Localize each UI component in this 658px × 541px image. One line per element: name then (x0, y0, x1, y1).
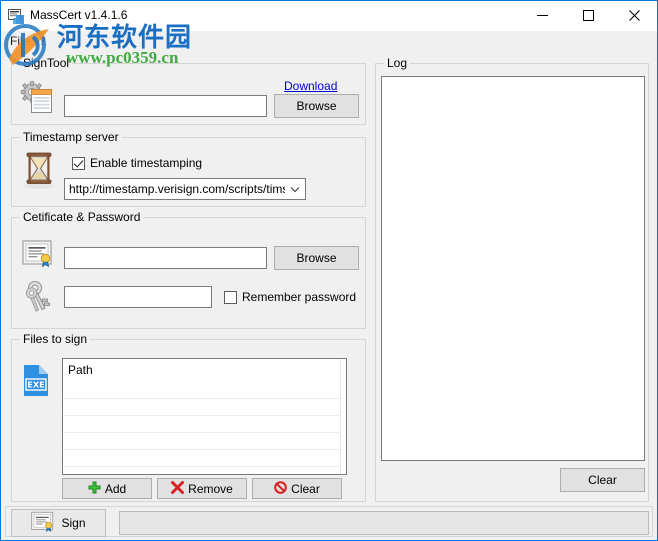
remove-files-label: Remove (188, 481, 233, 496)
signtool-group-title: SignTool (20, 56, 73, 70)
exe-file-icon: EXE (22, 364, 52, 401)
plus-icon (88, 481, 101, 497)
log-group: Log Clear (375, 56, 649, 502)
password-input[interactable] (64, 286, 212, 308)
list-item[interactable] (63, 399, 346, 416)
signtool-group: SignTool Download Browse (11, 56, 366, 125)
add-files-label: Add (104, 481, 127, 496)
menu-item-file[interactable]: File (6, 34, 33, 48)
svg-text:EXE: EXE (27, 380, 45, 390)
timestamp-server-value: http://timestamp.verisign.com/scripts/ti… (69, 182, 285, 196)
list-item[interactable] (63, 433, 346, 450)
remove-files-button[interactable]: Remove (157, 478, 247, 499)
keys-icon (24, 280, 54, 315)
hourglass-icon (22, 150, 56, 193)
certificate-browse-button[interactable]: Browse (274, 246, 359, 270)
close-button[interactable] (611, 1, 657, 30)
clear-log-button[interactable]: Clear (560, 468, 645, 492)
signtool-path-input[interactable] (64, 95, 267, 117)
files-group: Files to sign EXE Path Add Remove Clear (11, 332, 366, 502)
window-title: MassCert v1.4.1.6 (30, 8, 128, 22)
progress-bar (119, 511, 649, 535)
files-column-header-path[interactable]: Path (63, 359, 346, 382)
gear-document-icon (19, 80, 55, 117)
certificate-group: Cetificate & Password Browse Remember pa… (11, 210, 366, 329)
prohibition-icon (274, 480, 287, 497)
list-item[interactable] (63, 450, 346, 467)
maximize-button[interactable] (565, 1, 611, 30)
sign-button-label: Sign (61, 516, 86, 530)
files-listview[interactable]: Path (62, 358, 347, 475)
log-group-title: Log (384, 56, 411, 70)
enable-timestamping-checkbox[interactable] (72, 156, 85, 170)
app-icon (8, 8, 24, 24)
log-textarea[interactable] (381, 76, 645, 461)
x-mark-icon (171, 480, 185, 497)
files-group-title: Files to sign (20, 332, 91, 346)
menu-bar: File ? (1, 31, 657, 51)
certificate-seal-icon (31, 511, 55, 536)
clear-files-label: Clear (291, 481, 320, 496)
window-controls (519, 1, 657, 30)
list-item[interactable] (63, 416, 346, 433)
enable-timestamping-row[interactable]: Enable timestamping (72, 156, 202, 170)
remember-password-row[interactable]: Remember password (224, 290, 356, 304)
application-window: MassCert v1.4.1.6 File ? 河东软件园 www.pc035… (0, 0, 658, 541)
certificate-seal-icon (22, 240, 54, 271)
clear-files-button[interactable]: Clear (252, 478, 342, 499)
remember-password-checkbox[interactable] (224, 290, 237, 304)
certificate-path-input[interactable] (64, 247, 267, 269)
menu-item-help[interactable]: ? (35, 34, 50, 48)
list-item[interactable] (63, 382, 346, 399)
timestamp-server-combobox[interactable]: http://timestamp.verisign.com/scripts/ti… (64, 178, 306, 200)
files-scrollbar[interactable] (340, 359, 346, 474)
add-files-button[interactable]: Add (62, 478, 152, 499)
timestamp-group-title: Timestamp server (20, 130, 122, 144)
signtool-download-link[interactable]: Download (284, 79, 337, 93)
sign-button[interactable]: Sign (11, 509, 106, 537)
timestamp-group: Timestamp server Enable timestamping htt… (11, 130, 366, 207)
enable-timestamping-label: Enable timestamping (90, 156, 203, 170)
title-bar: MassCert v1.4.1.6 (1, 1, 657, 31)
certificate-group-title: Cetificate & Password (20, 210, 144, 224)
remember-password-label: Remember password (242, 290, 357, 304)
minimize-button[interactable] (519, 1, 565, 30)
chevron-down-icon[interactable] (285, 186, 305, 193)
signtool-browse-button[interactable]: Browse (274, 94, 359, 118)
